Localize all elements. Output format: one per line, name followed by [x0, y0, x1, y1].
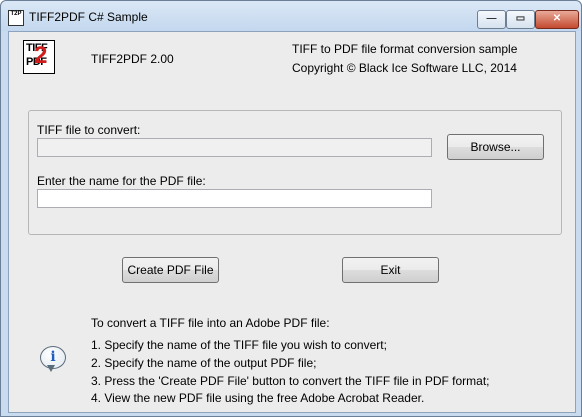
app-icon: T2P: [8, 10, 24, 26]
close-icon: ✕: [552, 13, 562, 24]
file-groupbox: TIFF file to convert: Browse... Enter th…: [28, 110, 562, 235]
description-label: TIFF to PDF file format conversion sampl…: [292, 42, 518, 56]
instruction-step: 3. Press the 'Create PDF File' button to…: [91, 374, 490, 388]
tiff-file-label: TIFF file to convert:: [37, 123, 141, 137]
dialog-body: TIFF PDF 2 TIFF2PDF 2.00 TIFF to PDF fil…: [8, 31, 576, 413]
exit-button[interactable]: Exit: [342, 257, 439, 283]
copyright-label: Copyright © Black Ice Software LLC, 2014: [292, 61, 517, 75]
create-pdf-button[interactable]: Create PDF File: [122, 257, 219, 283]
version-label: TIFF2PDF 2.00: [91, 52, 174, 66]
instruction-step: 4. View the new PDF file using the free …: [91, 391, 425, 405]
tiff-file-input[interactable]: [37, 138, 432, 157]
instruction-step: 1. Specify the name of the TIFF file you…: [91, 338, 387, 352]
minimize-button[interactable]: —: [477, 10, 506, 29]
pdf-file-label: Enter the name for the PDF file:: [37, 174, 206, 188]
window-title: TIFF2PDF C# Sample: [29, 10, 148, 24]
browse-button[interactable]: Browse...: [447, 134, 544, 160]
instructions-title: To convert a TIFF file into an Adobe PDF…: [91, 316, 330, 330]
tiff2pdf-logo: TIFF PDF 2: [23, 40, 55, 74]
close-button[interactable]: ✕: [535, 10, 579, 29]
pdf-file-input[interactable]: [37, 189, 432, 208]
app-window: T2P TIFF2PDF C# Sample — ▭ ✕ TIFF PDF 2 …: [0, 0, 582, 417]
maximize-icon: ▭: [515, 13, 526, 24]
title-bar[interactable]: T2P TIFF2PDF C# Sample — ▭ ✕: [1, 1, 581, 31]
instruction-step: 2. Specify the name of the output PDF fi…: [91, 356, 317, 370]
maximize-button[interactable]: ▭: [506, 10, 535, 29]
info-icon: i: [40, 346, 66, 372]
minimize-icon: —: [486, 13, 497, 24]
